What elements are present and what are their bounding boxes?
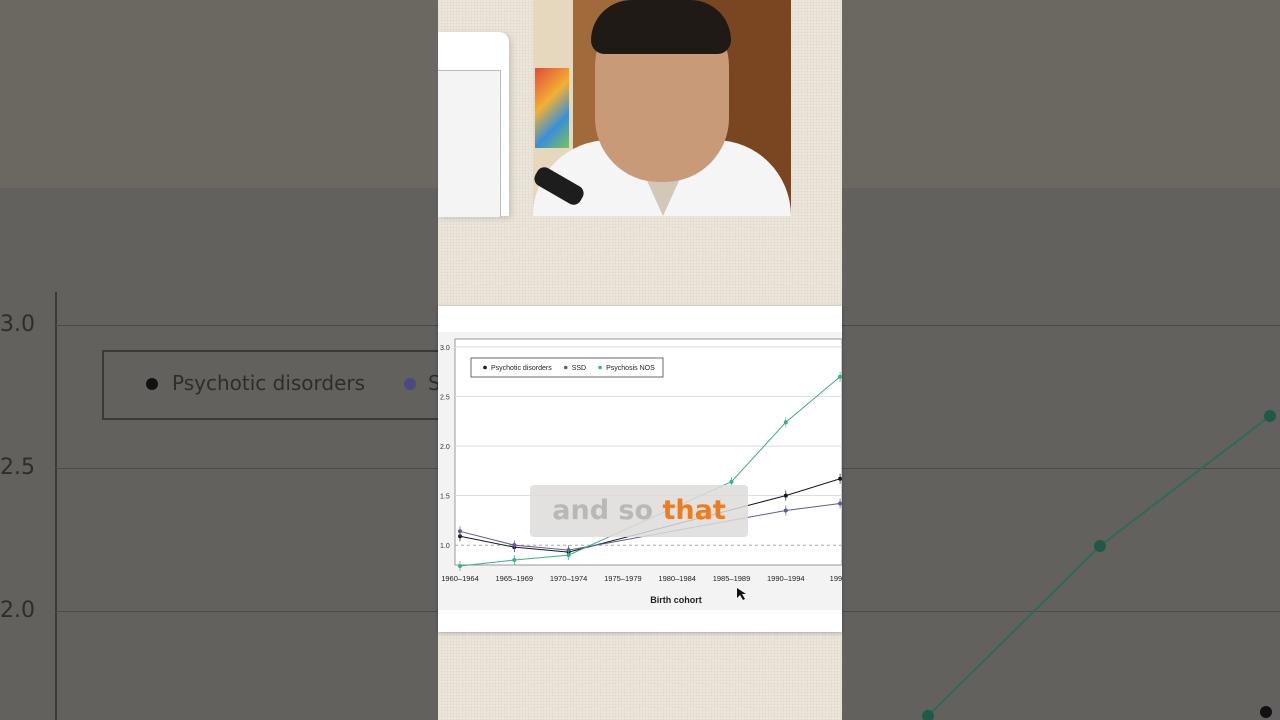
data-point <box>838 374 842 379</box>
y-tick-label: 1.0 <box>440 543 450 550</box>
background-point <box>1264 410 1276 422</box>
presenter-hair <box>591 0 731 54</box>
chart-legend: Psychotic disorders SSD Psychosis NOS <box>470 357 664 378</box>
presenter-video <box>533 0 791 216</box>
background-point <box>1094 540 1106 552</box>
data-point <box>783 493 788 498</box>
line-chart: 3.0 2.5 2.0 1.5 1.0 1960–1964 1965–1969 1970–1… <box>438 332 842 610</box>
data-point <box>512 543 517 548</box>
x-tick-label: 1995– <box>830 574 842 583</box>
background-ytick-label: 2.5 <box>0 455 35 480</box>
x-tick-label: 1980–1984 <box>658 574 696 583</box>
data-point <box>458 563 462 568</box>
y-tick-label: 3.0 <box>440 345 450 352</box>
data-point <box>783 508 788 513</box>
x-tick-label: 1985–1989 <box>713 574 751 583</box>
presenter-background-art <box>535 68 569 148</box>
data-point <box>838 476 842 481</box>
caption-plain-text: and so <box>552 495 654 526</box>
background-legend-dot <box>404 378 416 390</box>
legend-label: Psychosis NOS <box>606 365 655 372</box>
legend-marker <box>563 365 568 370</box>
chart-thumbnail-plot <box>438 70 501 217</box>
x-tick-label: 1990–1994 <box>767 574 805 583</box>
legend-label: SSD <box>572 365 586 372</box>
background-point <box>1260 706 1272 718</box>
x-axis-label: Birth cohort <box>650 595 702 605</box>
background-ytick-label: 2.0 <box>0 598 35 623</box>
data-point <box>838 501 842 506</box>
x-tick-label: 1965–1969 <box>496 574 534 583</box>
data-point <box>512 558 517 563</box>
legend-marker <box>483 365 487 370</box>
background-legend-label: Psychotic disorders <box>172 371 366 395</box>
chart-card: 3.0 2.5 2.0 1.5 1.0 1960–1964 1965–1969 1970–1… <box>438 306 842 632</box>
legend-label: Psychotic disorders <box>491 365 552 372</box>
background-y-axis <box>55 292 57 720</box>
data-point <box>566 553 571 558</box>
data-point <box>729 479 734 484</box>
y-tick-label: 1.5 <box>440 494 450 501</box>
caption-subtitle: and so that <box>530 485 748 537</box>
video-stage: 3.0 2.5 2.0 1.5 1.0 1960–1964 1965–1969 1970–1… <box>438 0 842 720</box>
x-tick-label: 1975–1979 <box>604 574 642 583</box>
x-tick-label: 1960–1964 <box>441 574 479 583</box>
x-tick-label: 1970–1974 <box>550 574 588 583</box>
chart-thumbnail <box>438 32 509 217</box>
y-tick-label: 2.5 <box>440 395 450 402</box>
caption-highlight-text: that <box>662 495 726 526</box>
legend-marker <box>598 365 602 370</box>
data-point <box>783 420 788 425</box>
background-series-line <box>922 410 1276 720</box>
background-ytick-label: 3.0 <box>0 312 35 337</box>
y-tick-label: 2.0 <box>440 444 450 451</box>
data-point <box>458 529 462 534</box>
background-legend-dot <box>146 378 158 390</box>
